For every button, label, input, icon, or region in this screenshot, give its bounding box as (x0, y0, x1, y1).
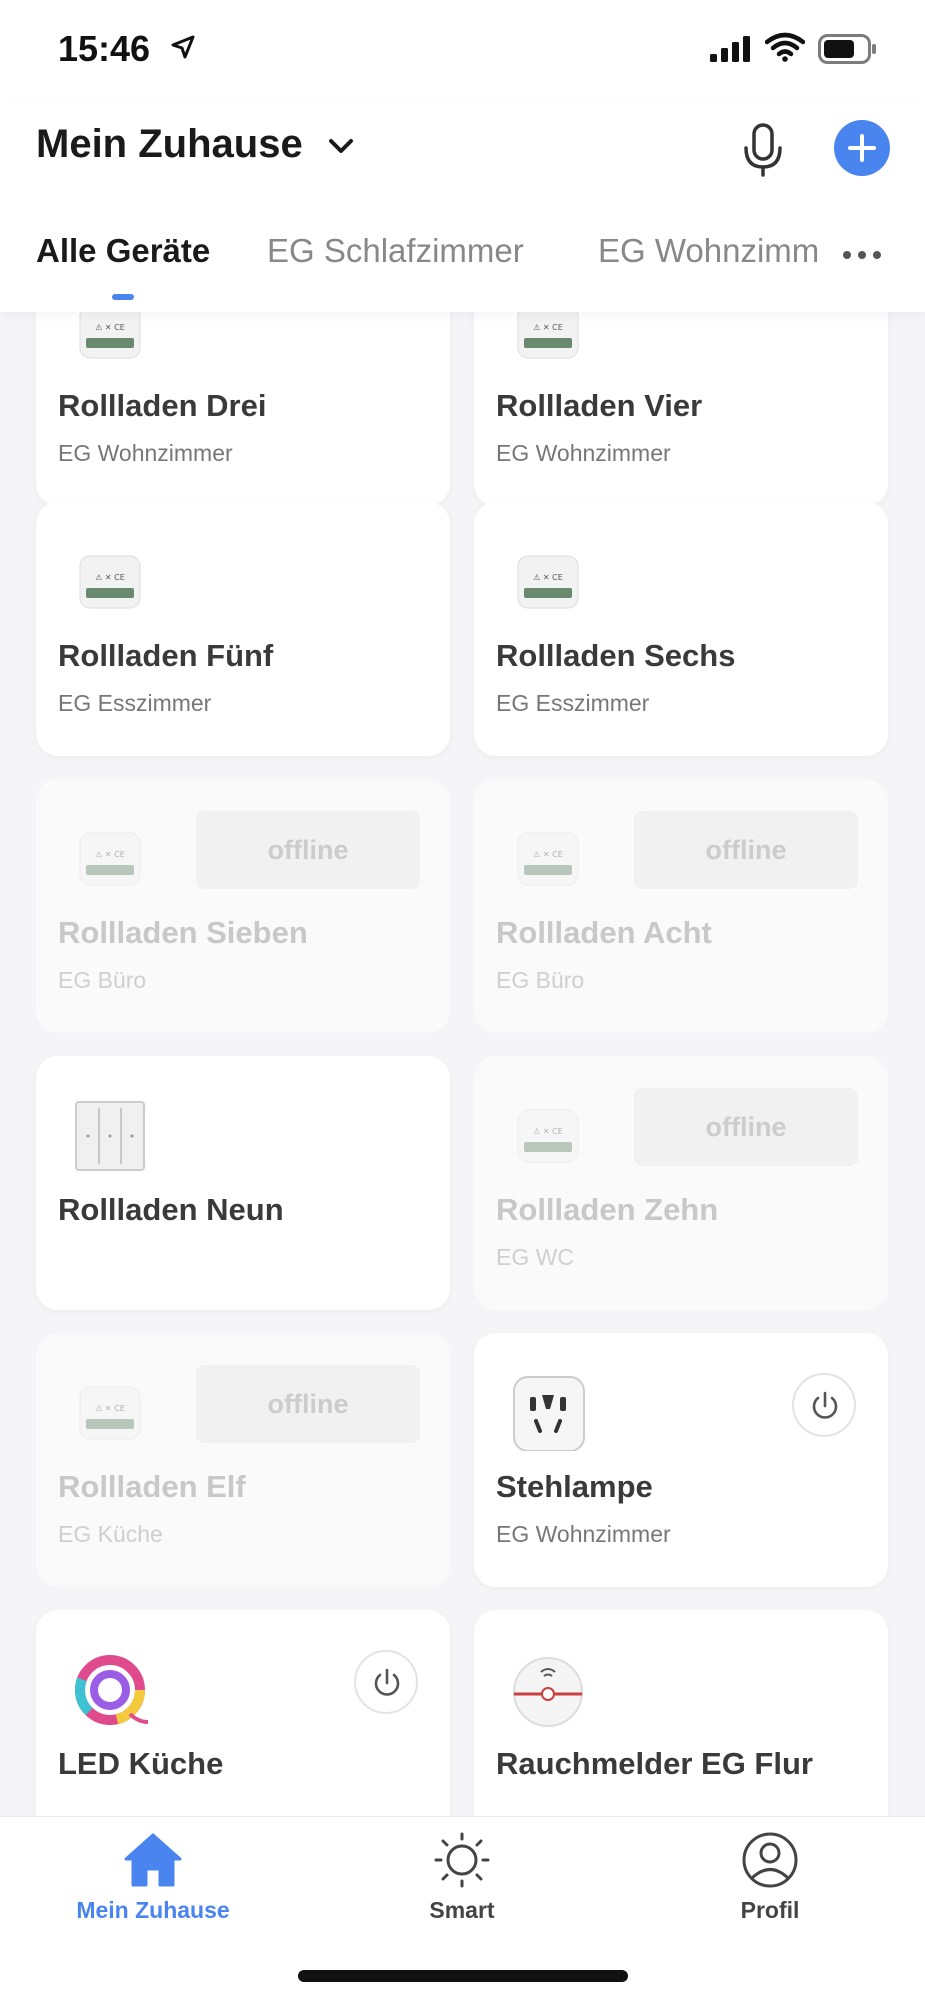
svg-text:⚠ ✕ CE: ⚠ ✕ CE (95, 323, 125, 332)
svg-text:⚠ ✕ CE: ⚠ ✕ CE (95, 850, 125, 859)
status-bar: 15:46 (0, 0, 925, 100)
power-button[interactable] (792, 1373, 856, 1437)
active-tab-indicator (112, 294, 134, 300)
device-card[interactable]: ⚠ ✕ CE Rollladen Sechs EG Esszimmer (474, 502, 888, 756)
smoke-detector-icon (513, 1657, 583, 1727)
device-room: EG Büro (58, 967, 147, 993)
device-room: EG Büro (496, 967, 585, 993)
app-header: Mein Zuhause Alle Geräte EG Schlafzimmer… (0, 100, 925, 312)
device-name: Rollladen Sechs (496, 638, 736, 673)
device-room: EG Wohnzimmer (58, 440, 233, 466)
device-name: Stehlampe (496, 1469, 653, 1504)
device-name: Rollladen Zehn (496, 1192, 719, 1227)
sun-icon (434, 1832, 490, 1888)
device-name: Rollladen Vier (496, 388, 703, 423)
home-icon (124, 1833, 182, 1887)
room-tabs: Alle Geräte EG Schlafzimmer EG Wohnzimme… (0, 232, 925, 292)
device-card[interactable]: Rauchmelder EG Flur (474, 1610, 888, 1816)
power-button[interactable] (354, 1650, 418, 1714)
svg-text:⚠ ✕ CE: ⚠ ✕ CE (533, 850, 563, 859)
tab-mein-zuhause[interactable]: Mein Zuhause (53, 1831, 253, 1924)
offline-badge: offline (634, 811, 858, 889)
status-time: 15:46 (58, 28, 151, 69)
tab-eg-schlafzimmer[interactable]: EG Schlafzimmer (267, 232, 524, 270)
tab-label: Profil (740, 1897, 800, 1923)
device-name: Rollladen Sieben (58, 915, 308, 950)
curtain-module-icon: ⚠ ✕ CE (517, 832, 579, 886)
offline-badge: offline (196, 1365, 420, 1443)
cellular-signal-icon (710, 36, 750, 62)
tab-eg-wohnzimmer[interactable]: EG Wohnzimmer (598, 232, 818, 270)
device-name: Rollladen Acht (496, 915, 712, 950)
svg-text:⚠ ✕ CE: ⚠ ✕ CE (95, 573, 125, 582)
tab-smart[interactable]: Smart (362, 1831, 562, 1924)
device-name: Rollladen Drei (58, 388, 267, 423)
device-card[interactable]: Stehlampe EG Wohnzimmer (474, 1333, 888, 1587)
device-name: Rollladen Elf (58, 1469, 246, 1504)
device-card[interactable]: ⚠ ✕ CE offline Rollladen Zehn EG WC (474, 1056, 888, 1310)
svg-text:⚠ ✕ CE: ⚠ ✕ CE (95, 1404, 125, 1413)
curtain-module-icon: ⚠ ✕ CE (517, 1109, 579, 1163)
battery-icon (818, 34, 876, 64)
device-card[interactable]: ⚠ ✕ CE offline Rollladen Sieben EG Büro (36, 779, 450, 1033)
device-room: EG Küche (58, 1521, 163, 1547)
curtain-module-icon: ⚠ ✕ CE (517, 555, 579, 609)
device-card[interactable]: ⚠ ✕ CE Rollladen Fünf EG Esszimmer (36, 502, 450, 756)
microphone-icon[interactable] (740, 122, 786, 178)
profile-icon (742, 1832, 798, 1888)
device-card[interactable]: Rollladen Neun (36, 1056, 450, 1310)
tab-alle-geraete[interactable]: Alle Geräte (36, 232, 210, 270)
offline-badge: offline (196, 811, 420, 889)
curtain-module-icon: ⚠ ✕ CE (517, 312, 579, 359)
device-name: Rollladen Fünf (58, 638, 274, 673)
device-grid: ⚠ ✕ CE Rollladen Drei EG Wohnzimmer ⚠ ✕ … (0, 312, 925, 1816)
device-card[interactable]: ⚠ ✕ CE Rollladen Drei EG Wohnzimmer (36, 312, 450, 506)
location-arrow-icon (171, 35, 195, 59)
curtain-module-icon: ⚠ ✕ CE (79, 312, 141, 359)
device-name: Rollladen Neun (58, 1192, 284, 1227)
device-room: EG Wohnzimmer (496, 1521, 671, 1547)
device-card[interactable]: ⚠ ✕ CE Rollladen Vier EG Wohnzimmer (474, 312, 888, 506)
curtain-module-icon: ⚠ ✕ CE (79, 1386, 141, 1440)
device-name: Rauchmelder EG Flur (496, 1746, 813, 1781)
chevron-down-icon[interactable] (328, 136, 354, 156)
power-icon (374, 1668, 400, 1696)
more-tabs-icon[interactable] (842, 250, 882, 260)
tab-profil[interactable]: Profil (670, 1831, 870, 1924)
device-card[interactable]: ⚠ ✕ CE offline Rollladen Elf EG Küche (36, 1333, 450, 1587)
device-room: EG WC (496, 1244, 574, 1270)
curtain-module-icon: ⚠ ✕ CE (79, 832, 141, 886)
device-room: EG Esszimmer (58, 690, 212, 716)
power-icon (812, 1391, 838, 1419)
device-card[interactable]: LED Küche (36, 1610, 450, 1816)
svg-text:⚠ ✕ CE: ⚠ ✕ CE (533, 323, 563, 332)
wall-switch-icon (75, 1101, 145, 1171)
device-card[interactable]: ⚠ ✕ CE offline Rollladen Acht EG Büro (474, 779, 888, 1033)
led-strip-icon (75, 1655, 148, 1725)
home-indicator (298, 1970, 628, 1982)
tab-label: Mein Zuhause (76, 1897, 230, 1923)
wifi-icon (765, 32, 805, 62)
add-device-button[interactable] (834, 120, 890, 176)
smart-plug-icon (513, 1376, 585, 1451)
device-room: EG Wohnzimmer (496, 440, 671, 466)
svg-text:⚠ ✕ CE: ⚠ ✕ CE (533, 1127, 563, 1136)
curtain-module-icon: ⚠ ✕ CE (79, 555, 141, 609)
offline-badge: offline (634, 1088, 858, 1166)
home-selector[interactable]: Mein Zuhause (36, 122, 303, 167)
device-room: EG Esszimmer (496, 690, 650, 716)
tab-label: Smart (429, 1897, 495, 1923)
device-name: LED Küche (58, 1746, 224, 1781)
svg-text:⚠ ✕ CE: ⚠ ✕ CE (533, 573, 563, 582)
